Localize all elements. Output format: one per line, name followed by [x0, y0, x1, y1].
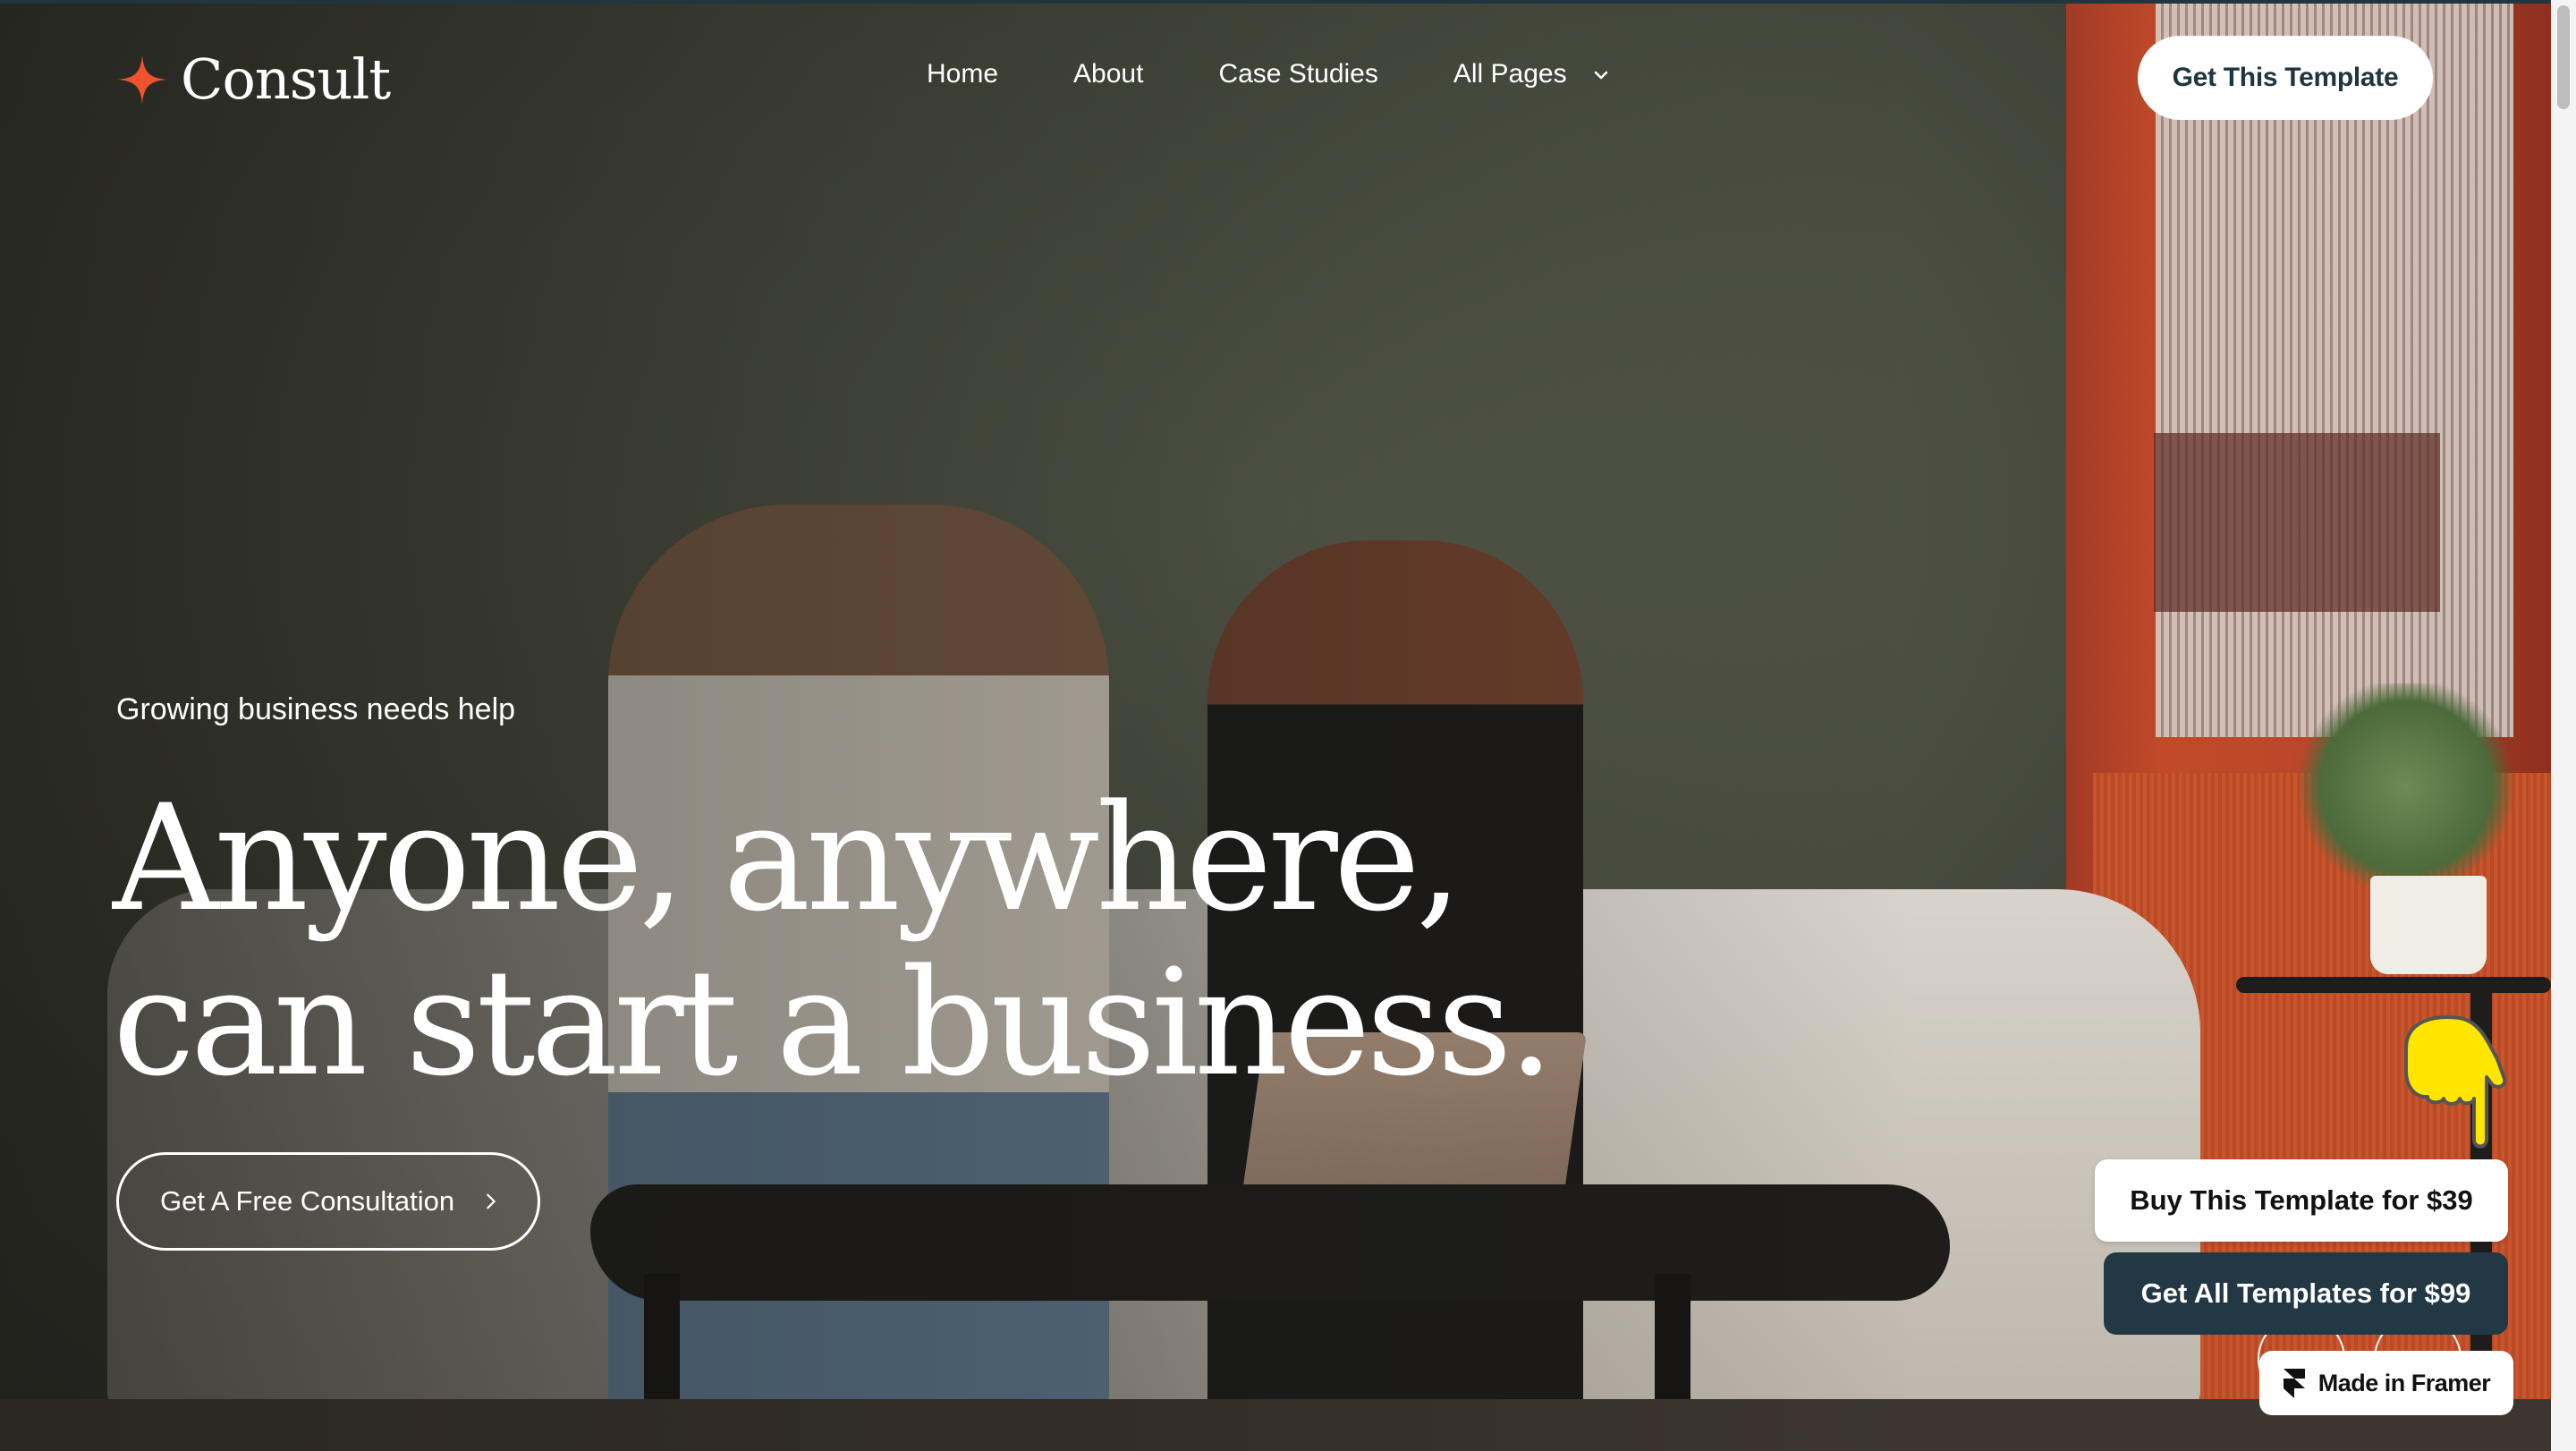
main-nav: Home About Case Studies All Pages [927, 59, 1612, 89]
buy-template-button[interactable]: Buy This Template for $39 [2095, 1159, 2508, 1242]
get-all-templates-button[interactable]: Get All Templates for $99 [2104, 1252, 2508, 1335]
hero-headline: Anyone, anywhere, can start a business. [113, 773, 1555, 1108]
nav-about[interactable]: About [1073, 59, 1143, 89]
headline-line-1: Anyone, anywhere, [113, 773, 1462, 944]
nav-case-studies[interactable]: Case Studies [1218, 59, 1377, 89]
hero-eyebrow: Growing business needs help [116, 692, 516, 726]
made-in-framer-label: Made in Framer [2318, 1369, 2491, 1396]
get-this-template-button[interactable]: Get This Template [2138, 36, 2433, 120]
headline-line-2: can start a business. [113, 938, 1555, 1108]
scrollbar[interactable] [2551, 0, 2576, 1451]
pointing-down-hand-icon [2404, 1015, 2507, 1149]
logo[interactable]: Consult [116, 47, 391, 112]
chevron-right-icon [487, 1193, 496, 1209]
framer-logo-icon [2283, 1369, 2305, 1398]
chevron-down-icon[interactable] [1590, 64, 1612, 86]
nav-home[interactable]: Home [927, 59, 998, 89]
cta-label: Get A Free Consultation [160, 1185, 455, 1217]
logo-text: Consult [181, 47, 391, 112]
free-consultation-button[interactable]: Get A Free Consultation [116, 1152, 540, 1251]
made-in-framer-badge[interactable]: Made in Framer [2259, 1351, 2513, 1415]
star-icon [117, 55, 167, 104]
nav-all-pages[interactable]: All Pages [1453, 59, 1567, 89]
scrollbar-thumb[interactable] [2557, 5, 2570, 109]
